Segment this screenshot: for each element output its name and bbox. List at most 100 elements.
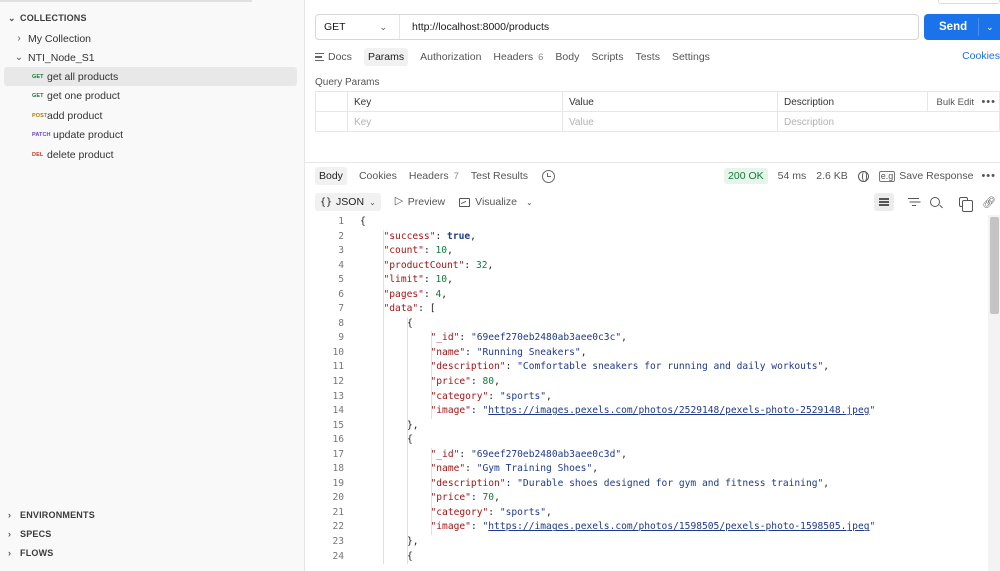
chevron-down-icon[interactable]: ⌄ bbox=[986, 22, 994, 33]
resp-tab-headers[interactable]: Headers 7 bbox=[409, 167, 459, 185]
tab-authorization[interactable]: Authorization bbox=[420, 48, 481, 66]
code-token: : bbox=[465, 463, 477, 475]
method-select[interactable]: GET ⌄ bbox=[316, 15, 400, 39]
copy-icon[interactable] bbox=[959, 197, 974, 212]
code-token: "Comfortable sneakers for running and da… bbox=[517, 361, 824, 373]
code-token: " bbox=[869, 405, 876, 417]
code-text: "name": "Running Sneakers", bbox=[431, 346, 587, 361]
response-status-bar: 200 OK 54 ms 2.6 KB e.g Save Response ••… bbox=[724, 167, 1000, 185]
response-body-viewer[interactable]: 1{2 "success": true, 3 "count": 10, 4 "produc… bbox=[305, 215, 988, 571]
params-empty-row: Key Value Description bbox=[315, 112, 1000, 132]
format-select[interactable]: {} JSON ⌄ bbox=[315, 193, 381, 211]
request-update-product[interactable]: PATCH update product bbox=[4, 125, 297, 144]
top-right-control[interactable] bbox=[938, 0, 1000, 4]
line-number: 4 bbox=[338, 259, 344, 271]
code-token: "sports" bbox=[499, 390, 547, 402]
wrap-lines-icon[interactable] bbox=[874, 193, 895, 211]
code-token: "description" bbox=[430, 361, 506, 373]
code-text: "limit": 10, bbox=[384, 273, 453, 288]
chevron-down-icon[interactable]: ⌄ bbox=[526, 198, 533, 207]
chevron-down-icon: ⌄ bbox=[369, 197, 376, 207]
collection-my-collection[interactable]: › My Collection bbox=[4, 29, 297, 48]
code-text: "count": 10, bbox=[384, 244, 453, 259]
specs-section[interactable]: › SPECS bbox=[8, 526, 52, 542]
line-number: 8 bbox=[338, 317, 344, 329]
chevron-down-icon: ⌄ bbox=[8, 12, 16, 23]
response-tabs: Body Cookies Headers 7 Test Results bbox=[315, 167, 556, 185]
line-number: 16 bbox=[332, 434, 344, 446]
environments-section[interactable]: › ENVIRONMENTS bbox=[8, 507, 95, 523]
request-get-all-products[interactable]: GET get all products bbox=[4, 67, 297, 86]
code-text: { bbox=[360, 215, 366, 230]
line-number: 3 bbox=[338, 245, 344, 257]
collection-label: NTI_Node_S1 bbox=[28, 51, 95, 64]
resp-tab-cookies[interactable]: Cookies bbox=[359, 167, 397, 185]
braces-icon: {} bbox=[320, 196, 333, 208]
link-icon[interactable]: 🔗︎ bbox=[982, 196, 996, 209]
request-add-product[interactable]: POST add product bbox=[4, 106, 297, 125]
history-icon[interactable] bbox=[542, 169, 556, 183]
image-url-link[interactable]: https://images.pexels.com/photos/1598505… bbox=[488, 521, 869, 532]
code-token: "category" bbox=[430, 390, 489, 402]
resp-tab-test-results[interactable]: Test Results bbox=[471, 167, 528, 185]
code-line: 1{ bbox=[305, 215, 988, 230]
tab-settings[interactable]: Settings bbox=[672, 48, 710, 66]
cookies-link[interactable]: Cookies bbox=[962, 50, 1000, 62]
tab-docs[interactable]: Docs bbox=[315, 48, 352, 66]
code-text: "image": "https://images.pexels.com/phot… bbox=[431, 404, 876, 419]
collection-nti-node-s1[interactable]: ⌄ NTI_Node_S1 bbox=[4, 48, 297, 67]
flows-section[interactable]: › FLOWS bbox=[8, 545, 54, 561]
more-options-icon[interactable]: ••• bbox=[981, 92, 996, 112]
param-value-input[interactable]: Value bbox=[562, 112, 777, 132]
tab-body[interactable]: Body bbox=[555, 48, 579, 66]
params-header-row: Key Value Description Bulk Edit ••• bbox=[315, 92, 1000, 112]
save-response-button[interactable]: Save Response bbox=[899, 170, 973, 182]
visualize-button[interactable]: Visualize ⌄ bbox=[459, 196, 533, 208]
tab-headers[interactable]: Headers 6 bbox=[493, 48, 543, 66]
code-token: "name" bbox=[430, 463, 466, 475]
code-token: , bbox=[592, 463, 599, 475]
collections-header[interactable]: ⌄ COLLECTIONS bbox=[8, 10, 87, 26]
globe-icon[interactable] bbox=[857, 170, 869, 182]
code-token: , bbox=[580, 346, 587, 358]
send-button[interactable]: Send ⌄ bbox=[924, 14, 1000, 40]
code-scrollbar[interactable] bbox=[988, 215, 1000, 571]
param-description-input[interactable]: Description bbox=[777, 112, 1000, 132]
line-number: 6 bbox=[338, 288, 344, 300]
headers-count: 7 bbox=[453, 170, 459, 182]
tab-tests[interactable]: Tests bbox=[635, 48, 660, 66]
scrollbar-thumb[interactable] bbox=[990, 217, 999, 314]
line-number: 17 bbox=[332, 448, 344, 460]
code-token: , bbox=[487, 259, 494, 271]
line-number: 5 bbox=[338, 274, 344, 286]
param-key-input[interactable]: Key bbox=[347, 112, 562, 132]
status-badge: 200 OK bbox=[724, 168, 768, 184]
resp-tab-body[interactable]: Body bbox=[315, 167, 347, 185]
preview-button[interactable]: Preview bbox=[395, 194, 445, 208]
tab-params[interactable]: Params bbox=[363, 48, 409, 66]
code-token: : bbox=[488, 506, 500, 518]
image-url-link[interactable]: https://images.pexels.com/photos/2529148… bbox=[488, 405, 869, 416]
panel-divider[interactable] bbox=[305, 162, 1000, 163]
request-delete-product[interactable]: DEL delete product bbox=[4, 145, 297, 164]
code-token: "category" bbox=[430, 506, 489, 518]
sidebar: ⌄ COLLECTIONS › My Collection ⌄ NTI_Node… bbox=[0, 0, 305, 571]
headers-count: 6 bbox=[538, 51, 544, 63]
code-text: "image": "https://images.pexels.com/phot… bbox=[431, 520, 876, 535]
search-icon[interactable] bbox=[930, 197, 941, 207]
code-line: 3 "count": 10, bbox=[305, 244, 988, 259]
code-token: : bbox=[435, 230, 448, 242]
method-badge: GET bbox=[32, 92, 44, 99]
url-input[interactable] bbox=[400, 21, 918, 33]
code-token: 32 bbox=[475, 259, 488, 271]
code-token: , bbox=[546, 506, 552, 518]
bulk-edit-button[interactable]: Bulk Edit bbox=[937, 92, 975, 112]
filter-icon[interactable] bbox=[908, 197, 920, 207]
tab-scripts[interactable]: Scripts bbox=[591, 48, 623, 66]
chevron-right-icon: › bbox=[8, 510, 12, 520]
request-get-one-product[interactable]: GET get one product bbox=[4, 86, 297, 105]
response-toolbar: {} JSON ⌄ Preview Visualize ⌄ 🔗︎ bbox=[315, 193, 1000, 212]
more-options-icon[interactable]: ••• bbox=[981, 170, 996, 182]
code-token: "_id" bbox=[430, 332, 460, 344]
method-badge: DEL bbox=[32, 151, 44, 158]
